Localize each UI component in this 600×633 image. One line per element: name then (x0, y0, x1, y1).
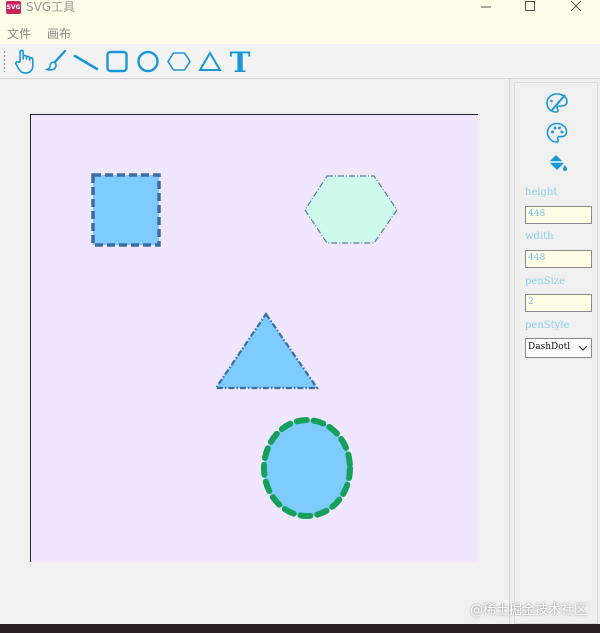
close-icon (570, 0, 582, 12)
line-tool[interactable] (72, 47, 100, 75)
ellipse-tool[interactable] (134, 47, 162, 75)
hexagon-tool[interactable] (165, 47, 193, 75)
height-input[interactable]: 448 (525, 206, 592, 224)
minimize-button[interactable] (464, 0, 508, 14)
stroke-color-tool[interactable] (545, 91, 569, 115)
width-input[interactable]: 448 (525, 250, 592, 268)
text-T-icon: T (230, 47, 251, 75)
toolbar: T (0, 44, 600, 79)
drawing-canvas[interactable] (30, 114, 478, 562)
text-tool[interactable]: T (226, 47, 254, 75)
pensize-label: penSize (525, 276, 565, 287)
watermark: @稀土掘金技术社区 (470, 603, 588, 618)
pensize-input[interactable]: 2 (525, 294, 592, 312)
maximize-icon (525, 1, 535, 11)
line-icon (73, 54, 99, 71)
width-label: wdith (525, 231, 554, 242)
brush-tool[interactable] (43, 47, 71, 75)
rectangle-tool[interactable] (103, 47, 131, 75)
text-tool-glyph: T (230, 47, 251, 75)
canvas-hexagon[interactable] (304, 175, 398, 244)
menu-canvas[interactable]: 画布 (47, 25, 71, 42)
taskbar-strip (0, 624, 600, 633)
brush-icon (44, 49, 67, 71)
toolbar-grip[interactable] (3, 50, 6, 72)
triangle-tool[interactable] (196, 47, 224, 75)
hand-tool[interactable] (11, 47, 39, 75)
paint-bucket-icon (549, 155, 567, 171)
palette-tool[interactable] (545, 121, 569, 145)
menu-file[interactable]: 文件 (7, 25, 31, 42)
triangle-icon (198, 51, 222, 71)
canvas-ellipse[interactable] (261, 417, 353, 519)
chevron-down-icon (578, 345, 588, 351)
fill-bucket-tool[interactable] (545, 151, 569, 175)
maximize-button[interactable] (508, 0, 552, 14)
canvas-rectangle[interactable] (91, 173, 161, 247)
height-value: 448 (528, 209, 546, 219)
minimize-icon (481, 6, 491, 8)
window-title: SVG工具 (26, 0, 76, 14)
palette-pen-icon (546, 93, 568, 113)
penstyle-select[interactable]: DashDotl (525, 338, 592, 358)
properties-panel-frame: height 448 wdith 448 penSize 2 penStyle … (514, 82, 598, 624)
palette-icon (546, 122, 568, 143)
hand-pointer-icon (15, 49, 34, 74)
menu-bar: 文件 画布 (0, 20, 600, 44)
pensize-value: 2 (528, 297, 534, 307)
hexagon-icon (167, 52, 191, 71)
canvas-triangle[interactable] (213, 312, 320, 390)
penstyle-value: DashDotl (528, 342, 571, 352)
close-button[interactable] (554, 0, 598, 14)
title-bar: SVG SVG工具 (0, 0, 600, 20)
circle-icon (137, 50, 159, 73)
penstyle-label: penStyle (525, 320, 570, 331)
app-icon: SVG (6, 1, 21, 14)
properties-panel: height 448 wdith 448 penSize 2 penStyle … (509, 79, 600, 624)
width-value: 448 (528, 253, 546, 263)
canvas-svg (91, 173, 398, 519)
height-label: height (525, 187, 558, 198)
square-icon (106, 50, 128, 73)
